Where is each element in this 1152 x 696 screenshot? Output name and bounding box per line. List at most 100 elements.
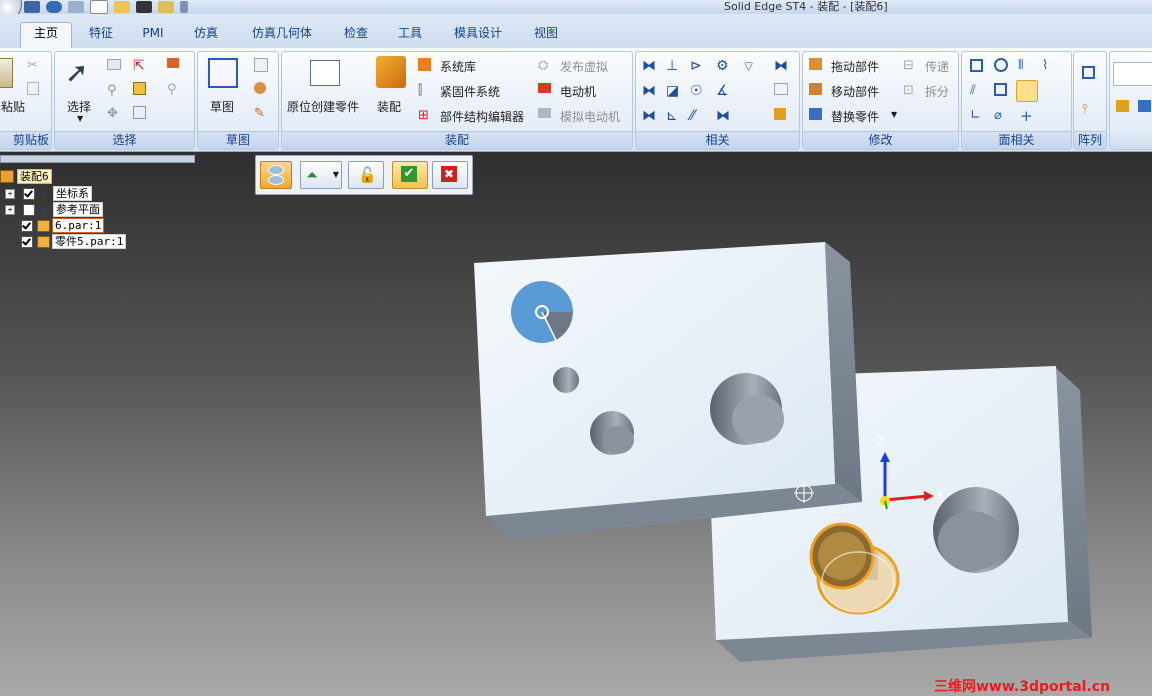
graphics-window[interactable]: 装配6 + ⊹ 坐标系 + ⊹ 参考平面 6.par:1 零件5.par:1 ⏶… [0, 152, 1152, 696]
style-box[interactable] [1113, 62, 1152, 86]
select-tool-icon-1[interactable] [107, 59, 121, 70]
move-component-icon[interactable] [809, 83, 822, 95]
undo-icon[interactable] [46, 1, 62, 13]
select-tool-icon-6[interactable] [133, 106, 146, 119]
sketch-tool-icon-2[interactable] [254, 82, 266, 94]
tab-home[interactable]: 主页 [20, 22, 72, 49]
select-button[interactable]: 选择 [67, 98, 91, 115]
select-pointer-icon[interactable]: ⇱ [133, 58, 149, 74]
face-relate-icon-1[interactable] [970, 59, 983, 72]
redo-icon[interactable] [68, 1, 84, 13]
transfer-button[interactable]: 传递 [925, 58, 949, 75]
structure-editor-button[interactable]: 部件结构编辑器 [440, 108, 524, 125]
angle-icon[interactable]: ∡ [716, 83, 732, 99]
face-relate-icon-8[interactable]: ∟ [970, 108, 986, 124]
face-relate-icon-4[interactable]: ⌇ [1042, 58, 1058, 74]
copy-icon[interactable] [27, 82, 39, 95]
replace-part-icon[interactable] [809, 108, 822, 120]
select-dropdown-icon[interactable]: ▼ [77, 114, 83, 123]
select-arrow-icon[interactable]: ➚ [65, 58, 97, 90]
ground-icon[interactable]: ⊾ [666, 108, 682, 124]
motor-icon[interactable] [538, 83, 551, 93]
cam-icon[interactable]: ☉ [690, 83, 706, 99]
transfer-icon[interactable]: ⊟ [903, 58, 919, 74]
face-relate-icon-3[interactable]: ⫴ [1018, 58, 1034, 74]
replace-part-dropdown-icon[interactable]: ▼ [891, 110, 897, 119]
face-relate-icon-5[interactable]: ⫽ [970, 83, 986, 99]
fastener-system-icon[interactable]: ⫿ [418, 83, 434, 99]
planar-align-icon[interactable]: ⊳ [690, 58, 706, 74]
tab-features[interactable]: 特征 [80, 23, 122, 46]
face-relate-icon-10[interactable]: + [1020, 107, 1036, 125]
connect-icon[interactable]: ◪ [666, 83, 682, 99]
model-view[interactable] [0, 152, 1152, 696]
relate-tool-icon-1[interactable]: ⧓ [774, 58, 790, 74]
motor-button[interactable]: 电动机 [560, 83, 596, 100]
drag-component-icon[interactable] [809, 58, 822, 70]
disperse-button[interactable]: 拆分 [925, 83, 949, 100]
paste-button[interactable]: 粘贴 [1, 98, 25, 115]
sketch-button[interactable]: 草图 [210, 98, 234, 115]
window-icon[interactable] [1138, 100, 1151, 112]
dropdown-icon[interactable] [180, 1, 188, 13]
relate-tool-icon-3[interactable] [774, 108, 786, 120]
center-plane-icon[interactable]: ⧓ [716, 108, 732, 124]
tab-tools[interactable]: 工具 [390, 23, 430, 46]
open-icon[interactable] [114, 1, 130, 13]
tab-mold-design[interactable]: 模具设计 [446, 23, 510, 46]
move-component-button[interactable]: 移动部件 [831, 83, 879, 100]
axial-align-icon[interactable]: ⊥ [666, 58, 682, 74]
save-icon[interactable] [24, 1, 40, 13]
create-in-place-icon[interactable] [310, 60, 340, 86]
highlighted-hole[interactable] [511, 281, 573, 343]
path-icon[interactable]: ⁄⁄ [690, 108, 706, 124]
select-tool-icon-8[interactable]: ⚲ [167, 82, 183, 98]
drag-component-button[interactable]: 拖动部件 [831, 58, 879, 75]
tab-inspect[interactable]: 检查 [336, 23, 376, 46]
tab-view[interactable]: 视图 [524, 23, 568, 46]
pattern-icon[interactable] [1082, 66, 1095, 79]
create-in-place-button[interactable]: 原位创建零件 [287, 98, 359, 115]
simulate-motor-icon[interactable] [538, 108, 551, 118]
select-tool-icon-7[interactable] [167, 58, 179, 68]
camera-icon[interactable] [136, 1, 152, 13]
parallel-icon[interactable]: ⧓ [642, 108, 658, 124]
disperse-icon[interactable]: ⊡ [903, 83, 919, 99]
assemble-button[interactable]: 装配 [377, 98, 401, 115]
replace-part-button[interactable]: 替换零件 [831, 108, 879, 125]
sketch-tool-icon-1[interactable] [254, 58, 268, 72]
insert-icon[interactable]: ⧓ [642, 83, 658, 99]
tab-pmi[interactable]: PMI [136, 23, 170, 46]
publish-virtual-icon[interactable]: ⛭ [538, 58, 554, 74]
face-relate-icon-7[interactable] [1016, 80, 1038, 102]
sketch-icon[interactable] [208, 58, 238, 88]
publish-virtual-button[interactable]: 发布虚拟 [560, 58, 608, 75]
filter-icon[interactable]: ⚲ [107, 83, 123, 99]
pencil-icon[interactable]: ✎ [254, 106, 270, 122]
medium-hole[interactable] [590, 411, 634, 455]
mate-icon[interactable]: ⧓ [642, 58, 658, 74]
system-library-button[interactable]: 系统库 [440, 58, 476, 75]
small-hole[interactable] [553, 367, 579, 393]
system-library-icon[interactable] [418, 58, 431, 71]
table-icon[interactable] [1116, 100, 1129, 112]
select-tool-icon-3[interactable]: ✥ [107, 106, 123, 122]
tab-simulation[interactable]: 仿真 [186, 23, 226, 46]
mirror-icon[interactable]: ⫯ [1082, 102, 1098, 118]
select-tool-icon-5[interactable] [133, 82, 146, 95]
face-relate-icon-9[interactable]: ⌀ [994, 108, 1010, 124]
cut-icon[interactable]: ✂ [27, 58, 43, 74]
structure-editor-icon[interactable]: ⊞ [418, 108, 434, 124]
new-icon[interactable] [90, 0, 108, 14]
part-5-hole-right[interactable] [933, 487, 1019, 573]
relate-tool-icon-2[interactable] [774, 83, 788, 95]
face-relate-icon-6[interactable] [994, 83, 1007, 96]
paste-icon[interactable] [0, 58, 13, 88]
pencil-icon[interactable] [158, 1, 174, 13]
assemble-icon[interactable] [376, 56, 406, 88]
fastener-system-button[interactable]: 紧固件系统 [440, 83, 500, 100]
gear-relate-icon[interactable]: ⚙ [716, 58, 732, 74]
face-relate-icon-2[interactable] [994, 58, 1008, 72]
simulate-motor-button[interactable]: 模拟电动机 [560, 108, 620, 125]
tangent-icon[interactable]: ⌔ [742, 58, 758, 75]
